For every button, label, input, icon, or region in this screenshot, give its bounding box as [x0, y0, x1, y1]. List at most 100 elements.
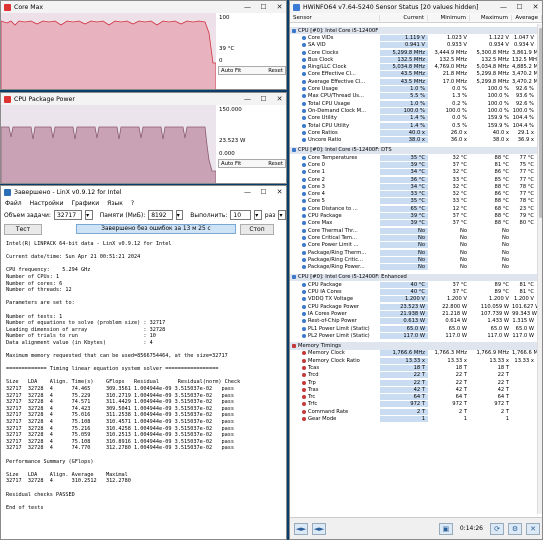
- close-icon[interactable]: ✕: [273, 93, 286, 105]
- core-max-window[interactable]: Core Max — ☐ ✕ 100 39 °C 0 Auto Fit Rese…: [0, 0, 287, 90]
- sensor-row[interactable]: Package/Ring Power... No No No: [290, 264, 537, 271]
- menu-help[interactable]: ?: [131, 200, 134, 207]
- col-minimum[interactable]: Minimum: [428, 14, 470, 21]
- maximize-icon[interactable]: ☐: [513, 1, 526, 13]
- stop-button[interactable]: Стоп: [240, 223, 274, 235]
- sensor-row[interactable]: Max CPU/Thread Us... 5.5 % 1.3 % 100.0 % 93.…: [290, 93, 537, 100]
- menu-file[interactable]: Файл: [5, 200, 22, 207]
- sensor-row[interactable]: VDDQ TX Voltage 1.200 V 1.200 V 1.200 V 1.20…: [290, 296, 537, 303]
- close-sensors-icon[interactable]: ✕: [526, 522, 540, 535]
- close-icon[interactable]: ✕: [529, 1, 542, 13]
- memory-input[interactable]: 8192: [148, 210, 173, 220]
- pkg-power-reset[interactable]: Reset: [268, 161, 283, 167]
- test-button[interactable]: Тест: [4, 223, 42, 235]
- runs-input[interactable]: 10: [230, 210, 252, 220]
- sensor-row[interactable]: Core Clocks 5,299.8 MHz 3,444.9 MHz 5,300.8…: [290, 49, 537, 56]
- close-icon[interactable]: ✕: [273, 1, 286, 13]
- linx-window[interactable]: Завершено - LinX v0.9.12 for Intel — ☐ ✕…: [0, 185, 287, 540]
- network-icon[interactable]: ▣: [438, 522, 453, 535]
- sensor-row[interactable]: Core 0 39 °C 37 °C 81 °C 75 °C: [290, 161, 537, 168]
- sensor-row[interactable]: Tras 42 T 42 T 42 T: [290, 386, 537, 393]
- sensor-row[interactable]: Memory Clock 1,766.6 MHz 1,766.3 MHz 1,766.…: [290, 350, 537, 357]
- reset-icon[interactable]: ⟳: [490, 522, 504, 535]
- sensor-row[interactable]: Core Thermal Thr... No No No: [290, 227, 537, 234]
- pkg-power-titlebar[interactable]: CPU Package Power — ☐ ✕: [1, 93, 286, 105]
- sensor-row[interactable]: CPU Package 39 °C 37 °C 88 °C 79 °C: [290, 212, 537, 220]
- minimize-icon[interactable]: —: [241, 93, 254, 105]
- sensor-row[interactable]: Core 4 33 °C 32 °C 86 °C 77 °C: [290, 191, 537, 198]
- col-average[interactable]: Average: [512, 14, 542, 21]
- sensor-row[interactable]: Ring/LLC Clock 5,034.8 MHz 4,769.0 MHz 5,03…: [290, 63, 537, 71]
- sensor-row[interactable]: PL2 Power Limit (Static) 117.0 W 117.0 W 11…: [290, 332, 537, 339]
- core-max-controls[interactable]: Auto Fit Reset: [218, 66, 286, 75]
- col-sensor[interactable]: Sensor: [290, 14, 380, 21]
- sensor-row[interactable]: Core Power Limit ... No No No: [290, 242, 537, 249]
- core-max-titlebar[interactable]: Core Max — ☐ ✕: [1, 1, 286, 13]
- sensor-row[interactable]: Rest-of-Chip Power 0.613 W 0.614 W 1.433 W1…: [290, 318, 537, 325]
- scrollbar-thumb[interactable]: [539, 28, 542, 218]
- sensor-row[interactable]: IA Cores Power 21.938 W 21.218 W 107.739 W9…: [290, 310, 537, 317]
- sensor-group-header[interactable]: Memory Timings: [290, 342, 537, 350]
- sensor-row[interactable]: Core Utility 1.4 % 0.0 % 159.9 % 104.4 %: [290, 115, 537, 122]
- sensor-row[interactable]: CPU Package Power 23.523 W 22.800 W 110.059…: [290, 303, 537, 310]
- menu-settings[interactable]: Настройки: [30, 200, 64, 207]
- sensor-row[interactable]: Core 2 36 °C 33 °C 85 °C 77 °C: [290, 176, 537, 183]
- sensor-row[interactable]: Core 5 35 °C 33 °C 88 °C 78 °C: [290, 198, 537, 205]
- linx-titlebar[interactable]: Завершено - LinX v0.9.12 for Intel — ☐ ✕: [1, 186, 286, 198]
- sensor-row[interactable]: Total CPU Utility 1.4 % 0.5 % 159.9 % 104.4 …: [290, 122, 537, 129]
- sensor-table[interactable]: CPU [#0]: Intel Core i5-12400F Core VIDs 1…: [290, 24, 537, 514]
- linx-output-log[interactable]: Intel(R) LINPACK 64-bit data - LinX v0.9…: [3, 238, 284, 537]
- sensor-group-header[interactable]: CPU [#0]: Intel Core i5-12400F: Enhanced: [290, 273, 537, 282]
- sensor-row[interactable]: CPU Package 40 °C 37 °C 89 °C 81 °C: [290, 281, 537, 288]
- col-current[interactable]: Current: [380, 14, 428, 21]
- sensor-row[interactable]: Bus Clock 132.5 MHz 132.5 MHz 132.5 MHz 132.…: [290, 56, 537, 63]
- sensor-row[interactable]: Total CPU Usage 1.0 % 0.2 % 100.0 % 92.6 %: [290, 100, 537, 107]
- sensor-row[interactable]: Core Ratios 40.0 x 26.0 x 40.0 x 29.1 x: [290, 129, 537, 136]
- sensor-row[interactable]: Trfc 972 T 972 T 972 T: [290, 401, 537, 408]
- sensor-row[interactable]: Core Max 39 °C 37 °C 88 °C 80 °C: [290, 220, 537, 227]
- runs-unit-dropdown-icon[interactable]: ▾: [278, 210, 286, 220]
- sensor-group-header[interactable]: CPU [#0]: Intel Core i5-12400F: DTS: [290, 146, 537, 155]
- close-icon[interactable]: ✕: [273, 186, 286, 198]
- menu-language[interactable]: Язык: [107, 200, 123, 207]
- sensor-group-header[interactable]: CPU [#0]: Intel Core i5-12400F: [290, 27, 537, 35]
- minimize-icon[interactable]: —: [497, 1, 510, 13]
- sensor-row[interactable]: Average Effective Cl... 43.5 MHz 17.0 MHz 5…: [290, 78, 537, 85]
- sensor-row[interactable]: Package/Ring Therm... No No No: [290, 249, 537, 256]
- sensor-row[interactable]: Trc 64 T 64 T 64 T: [290, 394, 537, 401]
- pkg-power-controls[interactable]: Auto Fit Reset: [218, 159, 286, 168]
- sensor-row[interactable]: PL1 Power Limit (Static) 65.0 W 65.0 W 65.0…: [290, 325, 537, 332]
- core-max-autofit[interactable]: Auto Fit: [221, 68, 241, 74]
- minimize-icon[interactable]: —: [241, 1, 254, 13]
- sensor-scrollbar[interactable]: [537, 24, 542, 514]
- sensor-row[interactable]: Core VIDs 1.119 V 1.023 V 1.122 V 1.047 V: [290, 34, 537, 41]
- sensor-row[interactable]: CPU IA Cores 40 °C 37 °C 89 °C 81 °C: [290, 288, 537, 296]
- sensor-row[interactable]: Gear Mode 1 1 1: [290, 415, 537, 423]
- sensor-row[interactable]: Trcd 22 T 22 T 22 T: [290, 372, 537, 379]
- sensor-row[interactable]: Core 3 34 °C 32 °C 88 °C 78 °C: [290, 183, 537, 190]
- hwinfo-window[interactable]: HWiNFO64 v7.64-5240 Sensor Status [20 va…: [289, 0, 543, 540]
- problem-size-input[interactable]: 32717: [53, 210, 83, 220]
- sensor-row[interactable]: Core 1 34 °C 32 °C 86 °C 77 °C: [290, 169, 537, 176]
- nav-arrows-2-icon[interactable]: ◄►: [312, 522, 326, 535]
- maximize-icon[interactable]: ☐: [257, 93, 270, 105]
- menu-graphs[interactable]: Графики: [71, 200, 99, 207]
- sensor-row[interactable]: SA VID 0.941 V 0.933 V 0.934 V 0.934 V: [290, 42, 537, 49]
- col-maximum[interactable]: Maximum: [470, 14, 512, 21]
- sensor-row[interactable]: Core Temperatures 35 °C 32 °C 88 °C 77 °C: [290, 154, 537, 161]
- memory-dropdown-icon[interactable]: ▾: [175, 210, 184, 220]
- sensor-row[interactable]: Package/Ring Critic... No No No: [290, 256, 537, 263]
- settings-icon[interactable]: ⚙: [508, 522, 522, 535]
- pkg-power-autofit[interactable]: Auto Fit: [221, 161, 241, 167]
- nav-arrows-icon[interactable]: ◄►: [294, 522, 308, 535]
- maximize-icon[interactable]: ☐: [257, 186, 270, 198]
- sensor-row[interactable]: On-Demand Clock M... 100.0 % 100.0 % 100.0 …: [290, 107, 537, 114]
- minimize-icon[interactable]: —: [241, 186, 254, 198]
- sensor-row[interactable]: Uncore Ratio 38.0 x 36.0 x 38.0 x 36.9 x: [290, 136, 537, 144]
- problem-size-dropdown-icon[interactable]: ▾: [85, 210, 93, 220]
- runs-spinner-icon[interactable]: ▾: [254, 210, 262, 220]
- sensor-row[interactable]: Core Distance to ... 65 °C 12 °C 68 °C 23 °C: [290, 205, 537, 212]
- pkg-power-window[interactable]: CPU Package Power — ☐ ✕ 150.000 23.523 W…: [0, 92, 287, 184]
- sensor-row[interactable]: Core Effective Cl... 43.5 MHz 21.8 MHz 5,29…: [290, 71, 537, 78]
- sensor-row[interactable]: Memory Clock Ratio 13.33 x 13.33 x 13.33 x 1…: [290, 357, 537, 364]
